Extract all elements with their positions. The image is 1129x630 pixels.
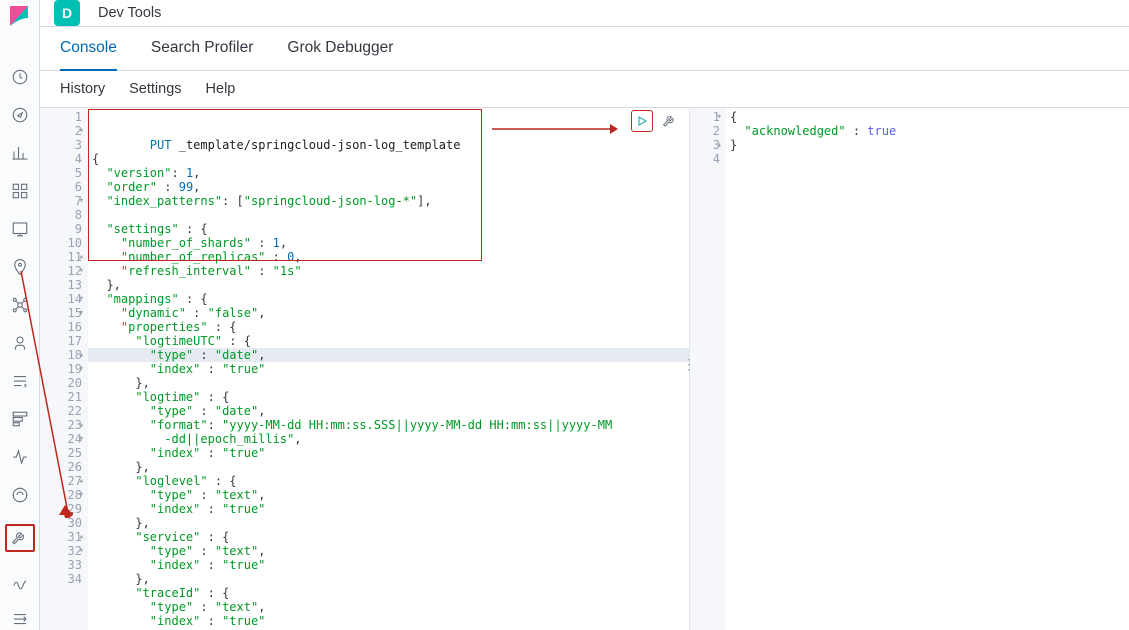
subnav-help[interactable]: Help xyxy=(206,81,236,97)
wrench-button[interactable] xyxy=(659,110,681,132)
apm-icon[interactable] xyxy=(10,410,30,428)
dev-tools-icon[interactable] xyxy=(5,524,35,552)
response-panel: 1▾23▴4 { "acknowledged" : true } xyxy=(689,107,1129,630)
canvas-icon[interactable] xyxy=(10,220,30,238)
subnav-settings[interactable]: Settings xyxy=(129,81,181,97)
response-code[interactable]: { "acknowledged" : true } xyxy=(726,108,1129,630)
discover-icon[interactable] xyxy=(10,106,30,124)
infra-icon[interactable] xyxy=(10,334,30,352)
ml-icon[interactable] xyxy=(10,296,30,314)
left-sidebar xyxy=(0,0,40,630)
header-bar: D Dev Tools xyxy=(40,0,1129,27)
line-gutter-left: 12▾34567▾891011▴12▾1314▾15▾161718▴19▾202… xyxy=(40,108,88,630)
logs-icon[interactable] xyxy=(10,372,30,390)
siem-icon[interactable] xyxy=(10,486,30,504)
editor-area: 12▾34567▾891011▴12▾1314▾15▾161718▴19▾202… xyxy=(40,107,1129,630)
request-editor[interactable]: 12▾34567▾891011▴12▾1314▾15▾161718▴19▾202… xyxy=(40,107,689,630)
recent-icon[interactable] xyxy=(10,68,30,86)
monitoring-icon[interactable] xyxy=(10,572,30,590)
tab-console[interactable]: Console xyxy=(60,27,117,71)
collapse-icon[interactable] xyxy=(10,610,30,628)
uptime-icon[interactable] xyxy=(10,448,30,466)
sub-nav: History Settings Help xyxy=(40,71,1129,107)
maps-icon[interactable] xyxy=(10,258,30,276)
visualize-icon[interactable] xyxy=(10,144,30,162)
subnav-history[interactable]: History xyxy=(60,81,105,97)
send-request-button[interactable] xyxy=(631,110,653,132)
tab-search-profiler[interactable]: Search Profiler xyxy=(151,27,254,71)
tab-bar: Console Search Profiler Grok Debugger xyxy=(40,27,1129,71)
dashboard-icon[interactable] xyxy=(10,182,30,200)
request-actions xyxy=(631,110,681,132)
main-panel: D Dev Tools Console Search Profiler Grok… xyxy=(40,0,1129,630)
pane-resize-handle[interactable]: ⋮ xyxy=(682,356,696,373)
app-title: Dev Tools xyxy=(98,5,161,21)
request-code[interactable]: PUT _template/springcloud-json-log_templ… xyxy=(88,108,689,630)
tab-grok-debugger[interactable]: Grok Debugger xyxy=(287,27,393,71)
kibana-logo-icon[interactable] xyxy=(8,4,32,28)
app-badge: D xyxy=(54,0,80,26)
